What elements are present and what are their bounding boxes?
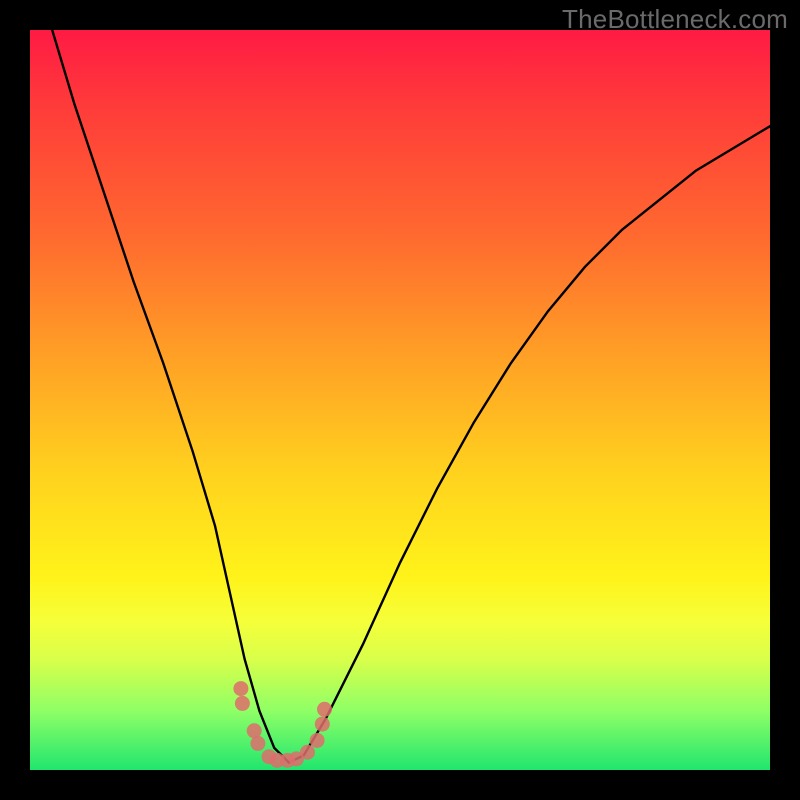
- highlight-point: [250, 736, 265, 751]
- highlight-point: [310, 733, 325, 748]
- plot-area: [30, 30, 770, 770]
- highlight-point: [317, 702, 332, 717]
- highlight-point: [315, 717, 330, 732]
- highlight-point: [300, 745, 315, 760]
- chart-frame: TheBottleneck.com: [0, 0, 800, 800]
- highlight-point: [233, 681, 248, 696]
- highlight-point: [235, 696, 250, 711]
- highlight-point: [247, 723, 262, 738]
- bottleneck-curve: [30, 30, 770, 770]
- watermark-text: TheBottleneck.com: [562, 4, 788, 35]
